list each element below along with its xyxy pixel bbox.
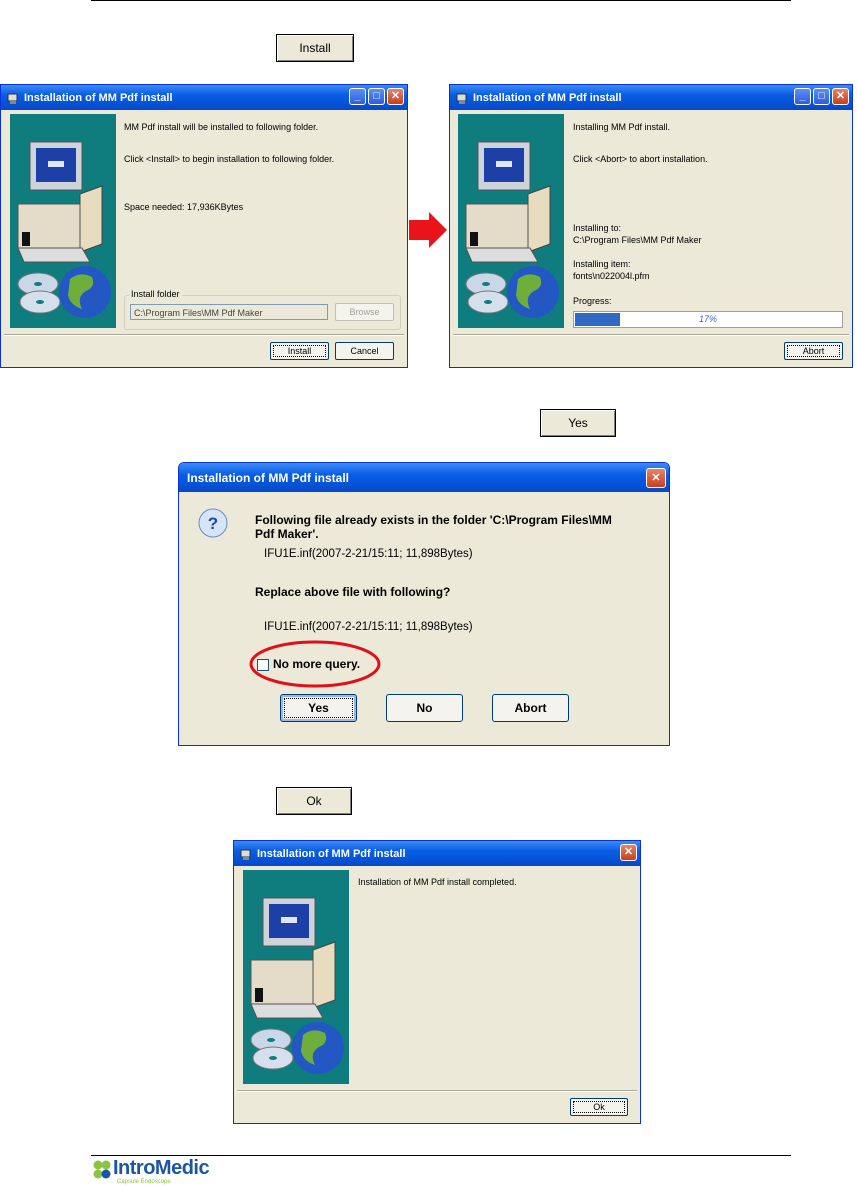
progress-window: Installation of MM Pdf install _ □ ✕ Ins… <box>449 84 853 368</box>
maximize-button[interactable]: □ <box>813 88 830 105</box>
replace-dialog: Installation of MM Pdf install ✕ ? Follo… <box>178 462 670 746</box>
doc-yes-button: Yes <box>540 409 616 437</box>
install-button[interactable]: Install <box>270 342 329 360</box>
minimize-button[interactable]: _ <box>349 88 366 105</box>
computer-globe-illustration <box>10 114 116 328</box>
doc-ok-button: Ok <box>276 787 352 815</box>
install-folder-field[interactable]: C:\Program Files\MM Pdf Maker <box>130 304 328 320</box>
progress-bar: 17% <box>573 311 843 328</box>
separator <box>237 1090 637 1092</box>
space-needed: Space needed: 17,936KBytes <box>124 202 244 212</box>
titlebar: Installation of MM Pdf install <box>234 841 640 866</box>
message-line-2: Pdf Maker'. <box>255 527 319 541</box>
window-title: Installation of MM Pdf install <box>473 91 622 104</box>
info-line-1: MM Pdf install will be installed to foll… <box>124 122 319 132</box>
logo-tagline: Capsule Endoscope <box>117 1179 171 1185</box>
intromedic-logo: IntroMedic Capsule Endoscope <box>91 1157 231 1187</box>
no-button[interactable]: No <box>386 694 463 722</box>
ok-button[interactable]: Ok <box>570 1098 628 1116</box>
titlebar: Installation of MM Pdf install <box>1 85 407 110</box>
separator <box>453 334 849 336</box>
status-line-2: Click <Abort> to abort installation. <box>573 154 708 164</box>
new-file-info: IFU1E.inf(2007-2-21/15:11; 11,898Bytes) <box>264 621 473 633</box>
message-line-1: Following file already exists in the fol… <box>255 513 612 527</box>
progress-percent: 17% <box>698 314 717 324</box>
existing-file-info: IFU1E.inf(2007-2-21/15:11; 11,898Bytes) <box>264 548 473 560</box>
completion-message: Installation of MM Pdf install completed… <box>358 877 517 887</box>
complete-window: Installation of MM Pdf install ✕ Install… <box>233 840 641 1124</box>
abort-button[interactable]: Abort <box>492 694 569 722</box>
yes-button[interactable]: Yes <box>280 694 357 722</box>
minimize-button[interactable]: _ <box>794 88 811 105</box>
install-window: Installation of MM Pdf install _ □ ✕ MM … <box>0 84 408 368</box>
installer-app-icon <box>455 91 469 105</box>
replace-question: Replace above file with following? <box>255 585 451 599</box>
browse-button[interactable]: Browse <box>335 303 394 321</box>
computer-globe-illustration <box>243 870 349 1084</box>
intromedic-logo-icon <box>93 1160 111 1179</box>
close-button[interactable]: ✕ <box>832 88 849 105</box>
close-button[interactable]: ✕ <box>620 844 637 861</box>
separator <box>4 334 404 336</box>
logo-text: IntroMedic <box>113 1157 210 1179</box>
close-button[interactable]: ✕ <box>387 88 404 105</box>
footer-rule <box>91 1155 791 1156</box>
window-title: Installation of MM Pdf install <box>257 847 406 860</box>
cancel-button[interactable]: Cancel <box>335 342 394 360</box>
installer-app-icon <box>6 91 20 105</box>
abort-button[interactable]: Abort <box>784 342 843 360</box>
installing-item-label: Installing item: <box>573 259 631 269</box>
question-icon: ? <box>197 507 229 541</box>
progress-label: Progress: <box>573 296 612 306</box>
installing-item-name: fonts\n022004l.pfm <box>573 271 650 281</box>
maximize-button[interactable]: □ <box>368 88 385 105</box>
install-folder-label: Install folder <box>129 289 182 299</box>
info-line-2: Click <Install> to begin installation to… <box>124 154 335 164</box>
header-rule <box>91 0 791 1</box>
titlebar: Installation of MM Pdf install <box>450 85 852 110</box>
next-step-arrow <box>409 212 447 250</box>
installer-app-icon <box>239 847 253 861</box>
doc-install-button: Install <box>276 34 354 62</box>
highlight-circle <box>248 639 382 691</box>
computer-globe-illustration <box>458 114 564 328</box>
installing-to-label: Installing to: <box>573 223 622 233</box>
svg-text:?: ? <box>208 514 218 533</box>
window-title: Installation of MM Pdf install <box>24 91 173 104</box>
titlebar: Installation of MM Pdf install <box>179 463 669 492</box>
close-button[interactable]: ✕ <box>646 468 666 488</box>
installing-to-path: C:\Program Files\MM Pdf Maker <box>573 235 702 245</box>
dialog-title: Installation of MM Pdf install <box>187 470 349 485</box>
status-line-1: Installing MM Pdf install. <box>573 122 671 132</box>
